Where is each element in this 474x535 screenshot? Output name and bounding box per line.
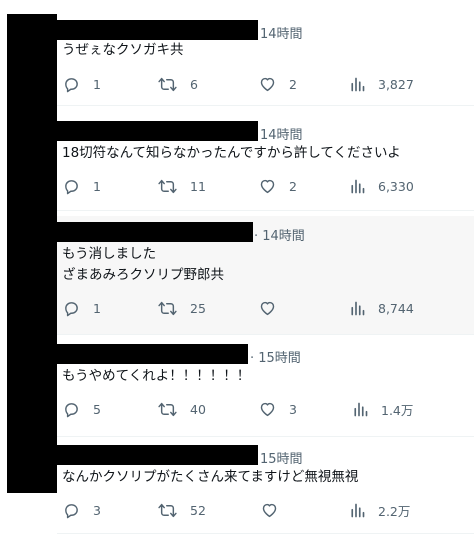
tweet-time[interactable]: 14時間 xyxy=(260,124,303,143)
views-count: 6,330 xyxy=(378,178,414,194)
views-button[interactable]: 3,827 xyxy=(350,73,414,95)
like-button[interactable] xyxy=(261,499,291,521)
retweet-icon xyxy=(158,77,177,91)
reply-count: 3 xyxy=(93,502,101,518)
tweet-text: うぜぇなクソガキ共 xyxy=(62,40,184,61)
views-button[interactable]: 8,744 xyxy=(350,297,414,319)
views-count: 2.2万 xyxy=(378,503,411,519)
heart-icon xyxy=(262,503,277,518)
reply-icon xyxy=(65,301,78,316)
heart-icon xyxy=(260,301,275,316)
heart-icon xyxy=(260,179,275,194)
retweet-count: 6 xyxy=(190,76,198,92)
like-button[interactable] xyxy=(259,297,289,319)
retweet-count: 11 xyxy=(190,178,206,194)
tweet[interactable]: 15時間 なんかクソリプがたくさん来てますけど無視無視 3 52 2.2万 xyxy=(57,439,474,534)
retweet-button[interactable]: 6 xyxy=(158,73,198,95)
redacted-username xyxy=(57,344,248,364)
reply-button[interactable]: 3 xyxy=(63,499,101,521)
retweet-button[interactable]: 52 xyxy=(158,499,206,521)
reply-button[interactable]: 1 xyxy=(63,73,101,95)
reply-button[interactable]: 5 xyxy=(63,398,101,420)
reply-count: 1 xyxy=(93,178,101,194)
reply-icon xyxy=(65,503,78,518)
reply-button[interactable]: 1 xyxy=(63,297,101,319)
like-count: 3 xyxy=(289,401,297,417)
views-icon xyxy=(351,179,365,193)
retweet-count: 25 xyxy=(190,300,206,316)
tweet[interactable]: · 14時間 もう消しました ざまあみろクソリプ野郎共 1 25 8,744 xyxy=(57,216,474,335)
retweet-icon xyxy=(158,301,177,315)
like-button[interactable]: 2 xyxy=(259,73,297,95)
tweet-text-line: ざまあみろクソリプ野郎共 xyxy=(62,267,224,283)
tweet[interactable]: 14時間 うぜぇなクソガキ共 1 6 2 3,827 xyxy=(57,14,474,106)
views-icon xyxy=(351,77,365,91)
redacted-username xyxy=(57,20,258,40)
tweet-text: なんかクソリプがたくさん来てますけど無視無視 xyxy=(62,467,358,488)
tweet-actions: 1 25 8,744 xyxy=(63,297,474,319)
tweet-text: もうやめてくれよ！！！！！！ xyxy=(62,366,250,387)
views-count: 1.4万 xyxy=(381,402,414,418)
heart-icon xyxy=(260,77,275,92)
retweet-icon xyxy=(158,179,177,193)
retweet-button[interactable]: 11 xyxy=(158,175,206,197)
views-button[interactable]: 1.4万 xyxy=(353,398,413,420)
views-icon xyxy=(351,503,365,517)
tweet-time[interactable]: 14時間 xyxy=(260,23,303,42)
retweet-icon xyxy=(158,402,177,416)
tweet-text-line: なんかクソリプがたくさん来てますけど無視無視 xyxy=(62,469,359,485)
redacted-username xyxy=(57,222,253,242)
redacted-avatars xyxy=(7,14,57,493)
tweet[interactable]: · 15時間 もうやめてくれよ！！！！！！ 5 40 3 1.4万 xyxy=(57,338,474,437)
tweet-text-line: うぜぇなクソガキ共 xyxy=(62,42,184,58)
like-count: 2 xyxy=(289,178,297,194)
reply-icon xyxy=(65,77,78,92)
tweet[interactable]: 14時間 18切符なんて知らなかったんですから許してくださいよ 1 11 2 6… xyxy=(57,115,474,211)
retweet-count: 40 xyxy=(190,401,206,417)
reply-button[interactable]: 1 xyxy=(63,175,101,197)
tweet-actions: 5 40 3 1.4万 xyxy=(63,398,474,420)
like-button[interactable]: 3 xyxy=(259,398,297,420)
tweet-text: もう消しました ざまあみろクソリプ野郎共 xyxy=(62,244,224,286)
reply-count: 1 xyxy=(93,300,101,316)
views-count: 3,827 xyxy=(378,76,414,92)
retweet-icon xyxy=(158,503,177,517)
views-icon xyxy=(351,301,365,315)
redacted-username xyxy=(57,121,258,141)
heart-icon xyxy=(260,402,275,417)
tweet-text-line: もうやめてくれよ！！！！！！ xyxy=(62,368,251,384)
views-icon xyxy=(354,402,368,416)
retweet-button[interactable]: 40 xyxy=(158,398,206,420)
views-button[interactable]: 2.2万 xyxy=(350,499,410,521)
tweet-text-line: 18切符なんて知らなかったんですから許してくださいよ xyxy=(62,145,401,161)
tweet-text: 18切符なんて知らなかったんですから許してくださいよ xyxy=(62,143,401,164)
retweet-count: 52 xyxy=(190,502,206,518)
reply-icon xyxy=(65,402,78,417)
tweet-time[interactable]: 15時間 xyxy=(260,448,303,467)
tweet-time[interactable]: · 15時間 xyxy=(250,347,301,366)
views-count: 8,744 xyxy=(378,300,414,316)
retweet-button[interactable]: 25 xyxy=(158,297,206,319)
like-button[interactable]: 2 xyxy=(259,175,297,197)
timeline: 14時間 うぜぇなクソガキ共 1 6 2 3,827 14時間 18切符なんて知… xyxy=(0,0,474,535)
tweet-actions: 1 6 2 3,827 xyxy=(63,73,474,95)
tweet-actions: 1 11 2 6,330 xyxy=(63,175,474,197)
reply-count: 1 xyxy=(93,76,101,92)
tweet-actions: 3 52 2.2万 xyxy=(63,499,474,521)
tweet-text-line: もう消しました xyxy=(62,246,157,262)
reply-count: 5 xyxy=(93,401,101,417)
views-button[interactable]: 6,330 xyxy=(350,175,414,197)
reply-icon xyxy=(65,179,78,194)
redacted-username xyxy=(57,445,258,465)
like-count: 2 xyxy=(289,76,297,92)
tweet-time[interactable]: · 14時間 xyxy=(254,225,305,244)
